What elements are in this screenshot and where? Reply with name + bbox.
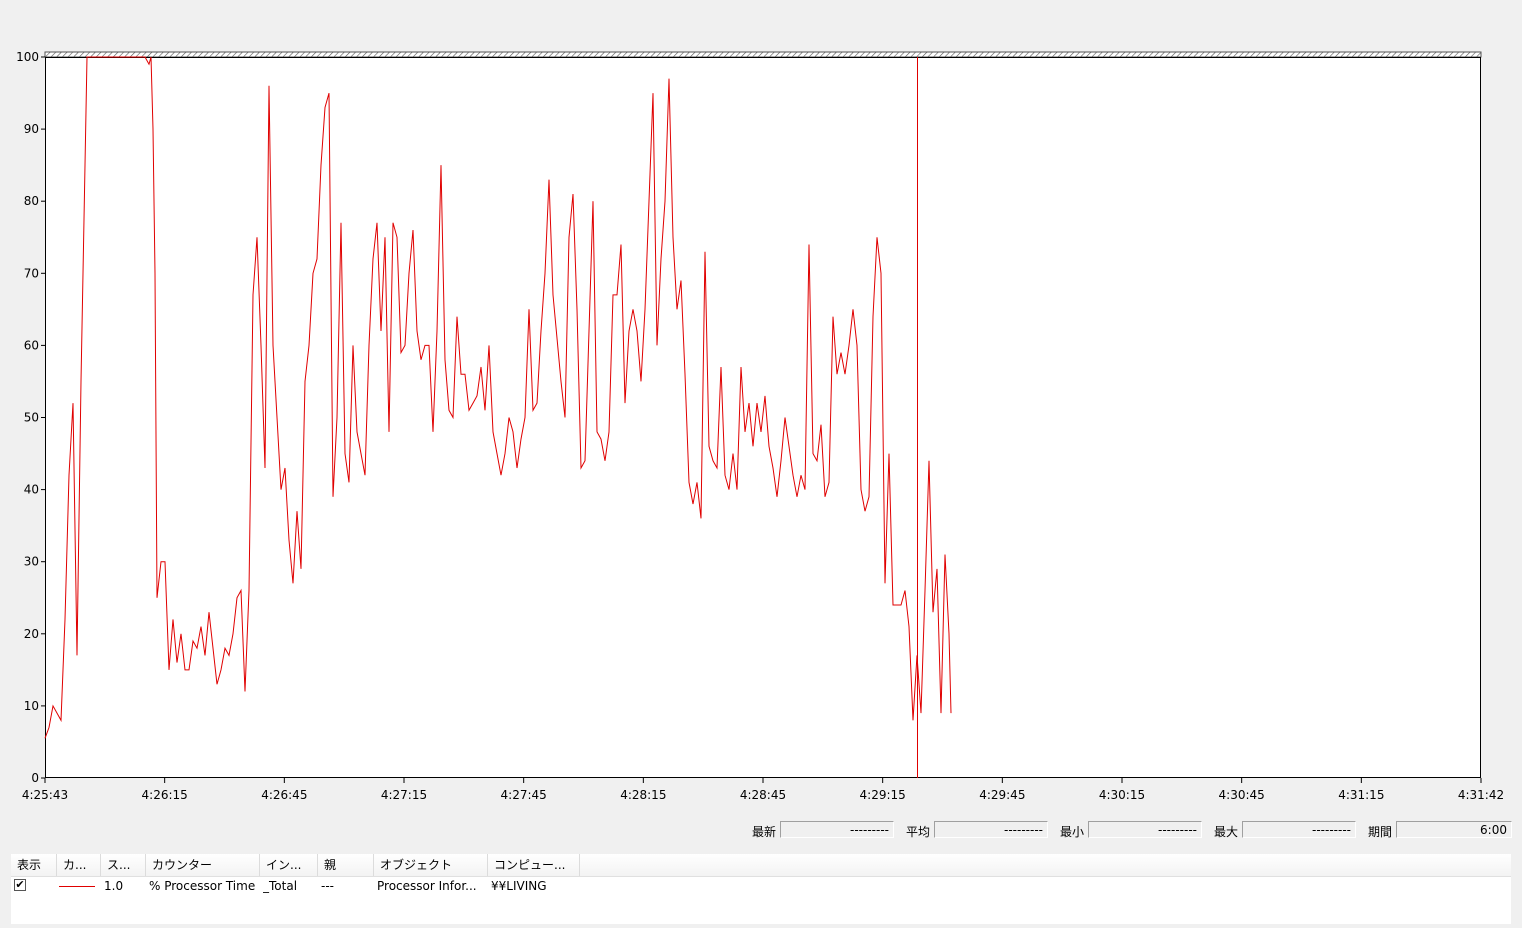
y-tick-label: 10	[24, 699, 39, 713]
x-tick-label: 4:31:42	[1458, 788, 1504, 802]
counter-row[interactable]: ✔ 1.0 % Processor Time _Total --- Proces…	[11, 877, 1511, 895]
column-computer[interactable]: コンピュー...	[488, 854, 580, 876]
column-parent[interactable]: 親	[318, 854, 374, 876]
y-tick-label: 60	[24, 338, 39, 352]
y-tick-label: 100	[16, 50, 39, 64]
counter-cell: % Processor Time	[149, 879, 256, 893]
scale-cell: 1.0	[104, 879, 124, 893]
x-tick-label: 4:27:15	[381, 788, 427, 802]
performance-graph[interactable]: 0 10 20 30 40 50 60 70 80 90 100 4:25:43 4:26:15 4:26…	[0, 0, 1522, 812]
y-tick-label: 50	[24, 411, 39, 425]
x-tick-label: 4:28:15	[620, 788, 666, 802]
counter-list-header: 表示 カ... ス... カウンター イン... 親 オブジェクト コンピュー.…	[11, 854, 1511, 877]
x-tick-label: 4:29:15	[860, 788, 906, 802]
x-tick-label: 4:25:43	[22, 788, 68, 802]
latest-value-field: ---------	[780, 821, 894, 838]
instance-cell: _Total	[263, 879, 298, 893]
minimum-value-field: ---------	[1088, 821, 1202, 838]
maximum-value-field: ---------	[1242, 821, 1356, 838]
column-counter[interactable]: カウンター	[146, 854, 260, 876]
column-show[interactable]: 表示	[11, 854, 57, 876]
y-tick-label: 20	[24, 627, 39, 641]
overflow-band	[44, 51, 1482, 58]
column-color[interactable]: カ...	[57, 854, 101, 876]
cpu-line-chart[interactable]: 0 10 20 30 40 50 60 70 80 90 100 4:25:43 4:26:15 4:26…	[0, 0, 1522, 812]
object-cell: Processor Infor...	[377, 879, 477, 893]
average-value-field: ---------	[934, 821, 1048, 838]
y-tick-label: 70	[24, 266, 39, 280]
counter-list[interactable]: 表示 カ... ス... カウンター イン... 親 オブジェクト コンピュー.…	[11, 854, 1511, 924]
x-tick-label: 4:26:15	[142, 788, 188, 802]
latest-label: 最新	[752, 825, 777, 839]
y-tick-label: 90	[24, 122, 39, 136]
x-tick-label: 4:30:45	[1219, 788, 1265, 802]
duration-label: 期間	[1368, 825, 1393, 839]
column-scale[interactable]: ス...	[101, 854, 146, 876]
parent-cell: ---	[321, 879, 334, 893]
x-tick-label: 4:30:15	[1099, 788, 1145, 802]
column-instance[interactable]: イン...	[260, 854, 318, 876]
minimum-label: 最小	[1060, 825, 1085, 839]
x-tick-label: 4:29:45	[979, 788, 1025, 802]
column-object[interactable]: オブジェクト	[374, 854, 488, 876]
line-color-swatch	[59, 886, 95, 887]
x-tick-label: 4:26:45	[261, 788, 307, 802]
y-tick-label: 80	[24, 194, 39, 208]
x-tick-label: 4:27:45	[501, 788, 547, 802]
average-label: 平均	[906, 825, 931, 839]
statistics-bar: 最新 --------- 平均 --------- 最小 --------- 最…	[0, 818, 1522, 844]
y-tick-label: 0	[31, 771, 39, 785]
computer-cell: ¥¥LIVING	[491, 879, 547, 893]
x-tick-label: 4:28:45	[740, 788, 786, 802]
show-checkbox[interactable]: ✔	[14, 879, 26, 891]
y-tick-label: 30	[24, 555, 39, 569]
x-tick-label: 4:31:15	[1338, 788, 1384, 802]
y-tick-label: 40	[24, 483, 39, 497]
duration-value-field: 6:00	[1396, 821, 1512, 838]
maximum-label: 最大	[1214, 825, 1239, 839]
